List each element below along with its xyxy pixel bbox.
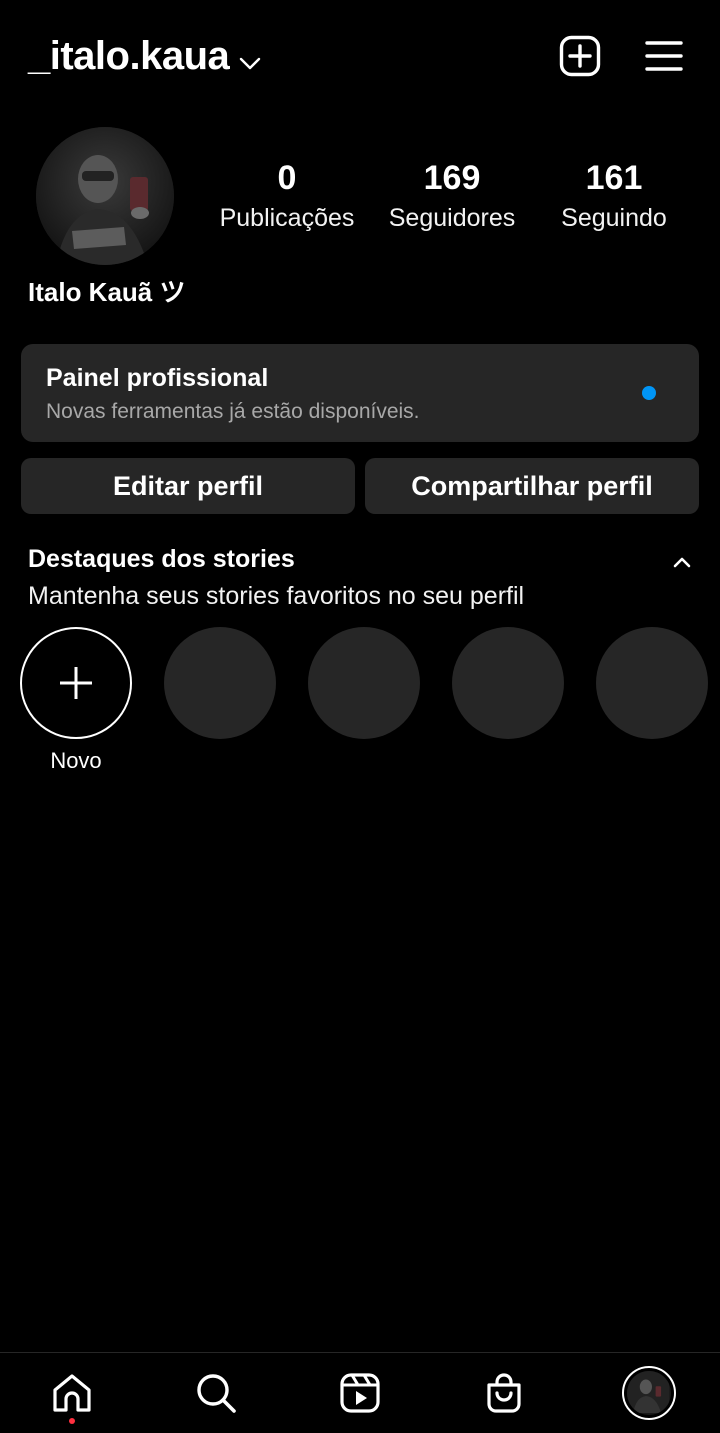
plus-square-icon [559, 35, 601, 77]
stat-following-count: 161 [585, 159, 643, 197]
highlight-placeholder [308, 627, 420, 739]
plus-icon [60, 667, 92, 699]
chevron-up-icon[interactable] [670, 550, 694, 574]
profile-full-name: Italo Kauã ツ [28, 277, 186, 307]
stat-following[interactable]: 161 Seguindo [546, 158, 682, 238]
profile-header: _italo.kaua [0, 0, 720, 112]
new-indicator-dot [642, 386, 656, 400]
stat-posts-label: Publicações [219, 204, 355, 232]
highlight-placeholder [596, 627, 708, 739]
share-profile-button[interactable]: Compartilhar perfil [365, 458, 699, 514]
notification-dot [69, 1418, 75, 1424]
username-text: _italo.kaua [28, 34, 230, 78]
reels-icon [340, 1373, 380, 1413]
bottom-navigation [0, 1352, 720, 1433]
nav-search[interactable] [192, 1369, 240, 1417]
professional-dashboard-subtitle: Novas ferramentas já estão disponíveis. [46, 400, 420, 423]
nav-shop[interactable] [480, 1369, 528, 1417]
highlight-placeholder [452, 627, 564, 739]
username-switcher[interactable]: _italo.kaua [28, 32, 261, 81]
professional-dashboard-title: Painel profissional [46, 364, 269, 392]
stat-following-label: Seguindo [561, 204, 667, 232]
nav-profile-avatar[interactable] [622, 1366, 676, 1420]
chevron-down-icon [239, 36, 261, 81]
edit-profile-button[interactable]: Editar perfil [21, 458, 355, 514]
highlights-subtitle: Mantenha seus stories favoritos no seu p… [28, 582, 525, 610]
stat-followers-count: 169 [423, 159, 481, 197]
new-highlight-label: Novo [50, 748, 102, 773]
highlight-placeholder [164, 627, 276, 739]
stat-followers-label: Seguidores [388, 204, 516, 232]
new-highlight-button[interactable] [20, 627, 132, 739]
stat-posts[interactable]: 0 Publicações [208, 158, 366, 238]
stat-followers[interactable]: 169 Seguidores [378, 158, 526, 238]
shop-icon [487, 1373, 521, 1413]
create-button[interactable] [558, 34, 602, 78]
home-icon [53, 1374, 91, 1412]
nav-home[interactable] [48, 1369, 96, 1417]
stat-posts-count: 0 [277, 159, 297, 197]
search-icon [197, 1374, 236, 1413]
menu-button[interactable] [642, 34, 686, 78]
profile-avatar[interactable] [36, 127, 174, 265]
hamburger-menu-icon [645, 41, 683, 71]
professional-dashboard-card[interactable]: Painel profissional Novas ferramentas já… [21, 344, 699, 442]
highlights-title: Destaques dos stories [28, 545, 295, 573]
nav-reels[interactable] [336, 1369, 384, 1417]
